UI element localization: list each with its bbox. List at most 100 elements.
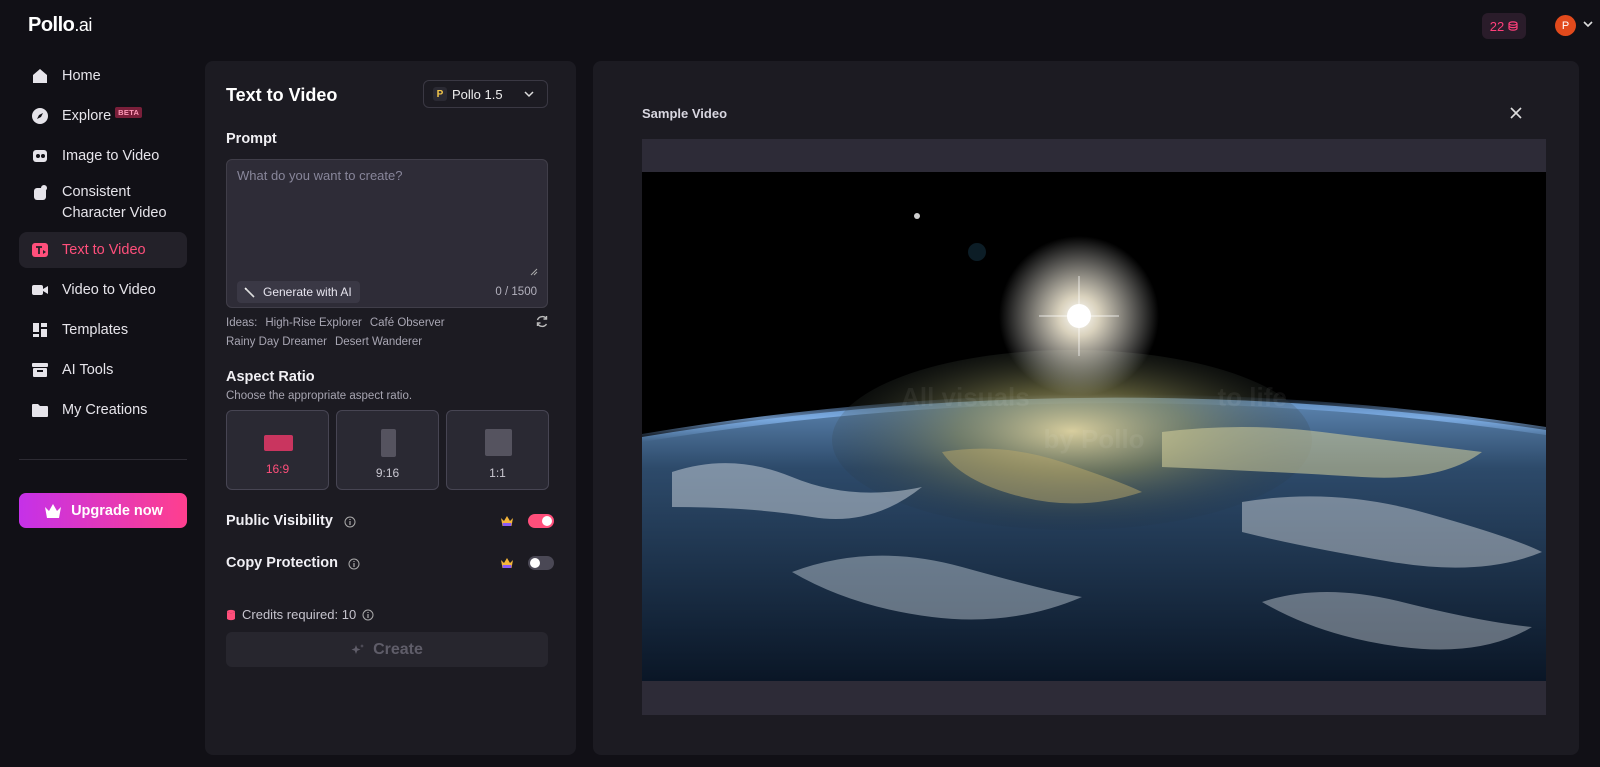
idea-chip[interactable]: Rainy Day Dreamer <box>226 336 327 348</box>
crown-icon <box>45 503 62 518</box>
ratio-label: 1:1 <box>489 466 506 480</box>
upgrade-label: Upgrade now <box>71 502 163 519</box>
pollo-model-icon: P <box>433 87 447 101</box>
sidebar-item-label: Explore <box>62 108 112 124</box>
model-select[interactable]: P Pollo 1.5 <box>423 80 548 108</box>
sample-video[interactable]: All visuals to life by Pollo <box>642 172 1546 681</box>
coin-stack-icon <box>227 609 235 620</box>
templates-icon <box>31 321 49 339</box>
home-icon <box>31 67 49 85</box>
create-button[interactable]: Create <box>226 632 548 667</box>
info-icon[interactable] <box>344 516 356 528</box>
model-name: Pollo 1.5 <box>452 86 503 102</box>
ratio-label: 16:9 <box>265 462 290 476</box>
resize-grip-icon[interactable] <box>530 268 538 276</box>
ratio-1-1[interactable]: 1:1 <box>446 410 549 490</box>
chevron-down-icon[interactable] <box>1581 17 1595 31</box>
sidebar-item-consistent-character-video[interactable]: Consistent Character Video <box>19 178 187 228</box>
ratio-16-9[interactable]: 16:9 <box>226 410 329 490</box>
sidebar-item-label: AI Tools <box>62 362 114 378</box>
watermark-text: by Pollo <box>1043 424 1145 454</box>
sidebar-item-ai-tools[interactable]: AI Tools <box>19 352 187 388</box>
info-icon[interactable] <box>348 558 360 570</box>
close-icon[interactable] <box>1509 106 1523 120</box>
character-icon <box>31 184 49 202</box>
ratio-shape <box>264 435 293 451</box>
sidebar-item-explore[interactable]: Explore BETA <box>19 98 187 134</box>
toggle-knob <box>542 516 552 526</box>
pollo-logo[interactable]: Pollo.ai <box>28 14 92 37</box>
top-bar: Pollo.ai 22 P <box>0 0 1600 52</box>
prompt-box: Generate with AI 0 / 1500 <box>226 159 548 308</box>
sidebar-divider <box>19 459 187 460</box>
public-visibility-toggle[interactable] <box>528 514 554 528</box>
watermark-text: All visuals to life <box>642 382 1546 413</box>
credits-badge[interactable]: 22 <box>1482 13 1526 39</box>
generate-with-ai-label: Generate with AI <box>263 285 352 299</box>
ratio-shape <box>381 429 396 457</box>
toggle-knob <box>530 558 540 568</box>
ratio-9-16[interactable]: 9:16 <box>336 410 439 490</box>
credits-count: 22 <box>1489 18 1505 34</box>
video-camera-icon <box>31 281 49 299</box>
sidebar: Home Explore BETA Image to Video Consist… <box>19 58 187 432</box>
idea-chip[interactable]: Desert Wanderer <box>335 336 422 348</box>
preview-title: Sample Video <box>642 106 728 121</box>
credits-required-text: Credits required: 10 <box>242 607 357 622</box>
copy-protection-toggle[interactable] <box>528 556 554 570</box>
sidebar-item-my-creations[interactable]: My Creations <box>19 392 187 428</box>
watermark-line: to life <box>1217 382 1287 412</box>
avatar[interactable]: P <box>1555 15 1576 36</box>
premium-crown-icon <box>501 558 513 568</box>
premium-crown-icon <box>501 516 513 526</box>
magic-wand-icon <box>244 286 255 298</box>
video-frame: All visuals to life by Pollo <box>642 139 1546 715</box>
logo-main-text: Pollo <box>28 14 75 36</box>
beta-badge: BETA <box>115 106 143 118</box>
char-count: 0 / 1500 <box>495 286 537 298</box>
aspect-ratio-label: Aspect Ratio <box>226 369 315 385</box>
ratio-shape <box>485 429 512 456</box>
logo-suffix-text: .ai <box>74 15 92 35</box>
copy-protection-label: Copy Protection <box>226 555 338 571</box>
ideas-label: Ideas: <box>226 317 258 329</box>
ai-tools-icon <box>31 361 49 379</box>
watermark-line: All visuals <box>901 382 1030 412</box>
idea-chip[interactable]: Café Observer <box>370 317 445 329</box>
info-icon[interactable] <box>362 609 374 621</box>
idea-chip[interactable]: High-Rise Explorer <box>265 317 362 329</box>
text-video-icon <box>31 241 49 259</box>
upgrade-button[interactable]: Upgrade now <box>19 493 187 528</box>
compass-icon <box>31 107 49 125</box>
folder-icon <box>31 401 49 419</box>
coin-stack-icon <box>1508 21 1518 31</box>
aspect-ratio-hint: Choose the appropriate aspect ratio. <box>226 390 413 402</box>
sidebar-item-label: Image to Video <box>62 148 160 164</box>
sidebar-item-templates[interactable]: Templates <box>19 312 187 348</box>
sidebar-item-label: Templates <box>62 322 129 338</box>
prompt-input[interactable] <box>237 168 537 268</box>
chevron-down-icon <box>524 91 534 98</box>
sidebar-item-label: My Creations <box>62 402 148 418</box>
preview-panel: Sample Video All visuals to life by Poll… <box>593 61 1579 755</box>
public-visibility-label: Public Visibility <box>226 513 333 529</box>
prompt-label: Prompt <box>226 131 277 147</box>
create-label: Create <box>373 640 423 658</box>
sidebar-item-video-to-video[interactable]: Video to Video <box>19 272 187 308</box>
panel-title: Text to Video <box>226 85 338 105</box>
credits-required: Credits required: 10 <box>226 607 374 622</box>
sidebar-item-image-to-video[interactable]: Image to Video <box>19 138 187 174</box>
generate-with-ai-button[interactable]: Generate with AI <box>237 281 360 303</box>
sidebar-item-label: Home <box>62 68 101 84</box>
sidebar-item-label: Text to Video <box>62 242 146 258</box>
text-to-video-panel: Text to Video P Pollo 1.5 Prompt Generat… <box>205 61 576 755</box>
sidebar-item-label: Video to Video <box>62 282 156 298</box>
sidebar-item-home[interactable]: Home <box>19 58 187 94</box>
refresh-icon[interactable] <box>535 314 549 328</box>
ideas-list: Ideas: High-Rise Explorer Café Observer Ra… <box>226 314 548 352</box>
sparkle-icon <box>351 643 365 654</box>
image-video-icon <box>31 147 49 165</box>
sidebar-item-text-to-video[interactable]: Text to Video <box>19 232 187 268</box>
sidebar-item-label: Consistent Character Video <box>62 184 167 221</box>
ratio-label: 9:16 <box>375 466 400 480</box>
